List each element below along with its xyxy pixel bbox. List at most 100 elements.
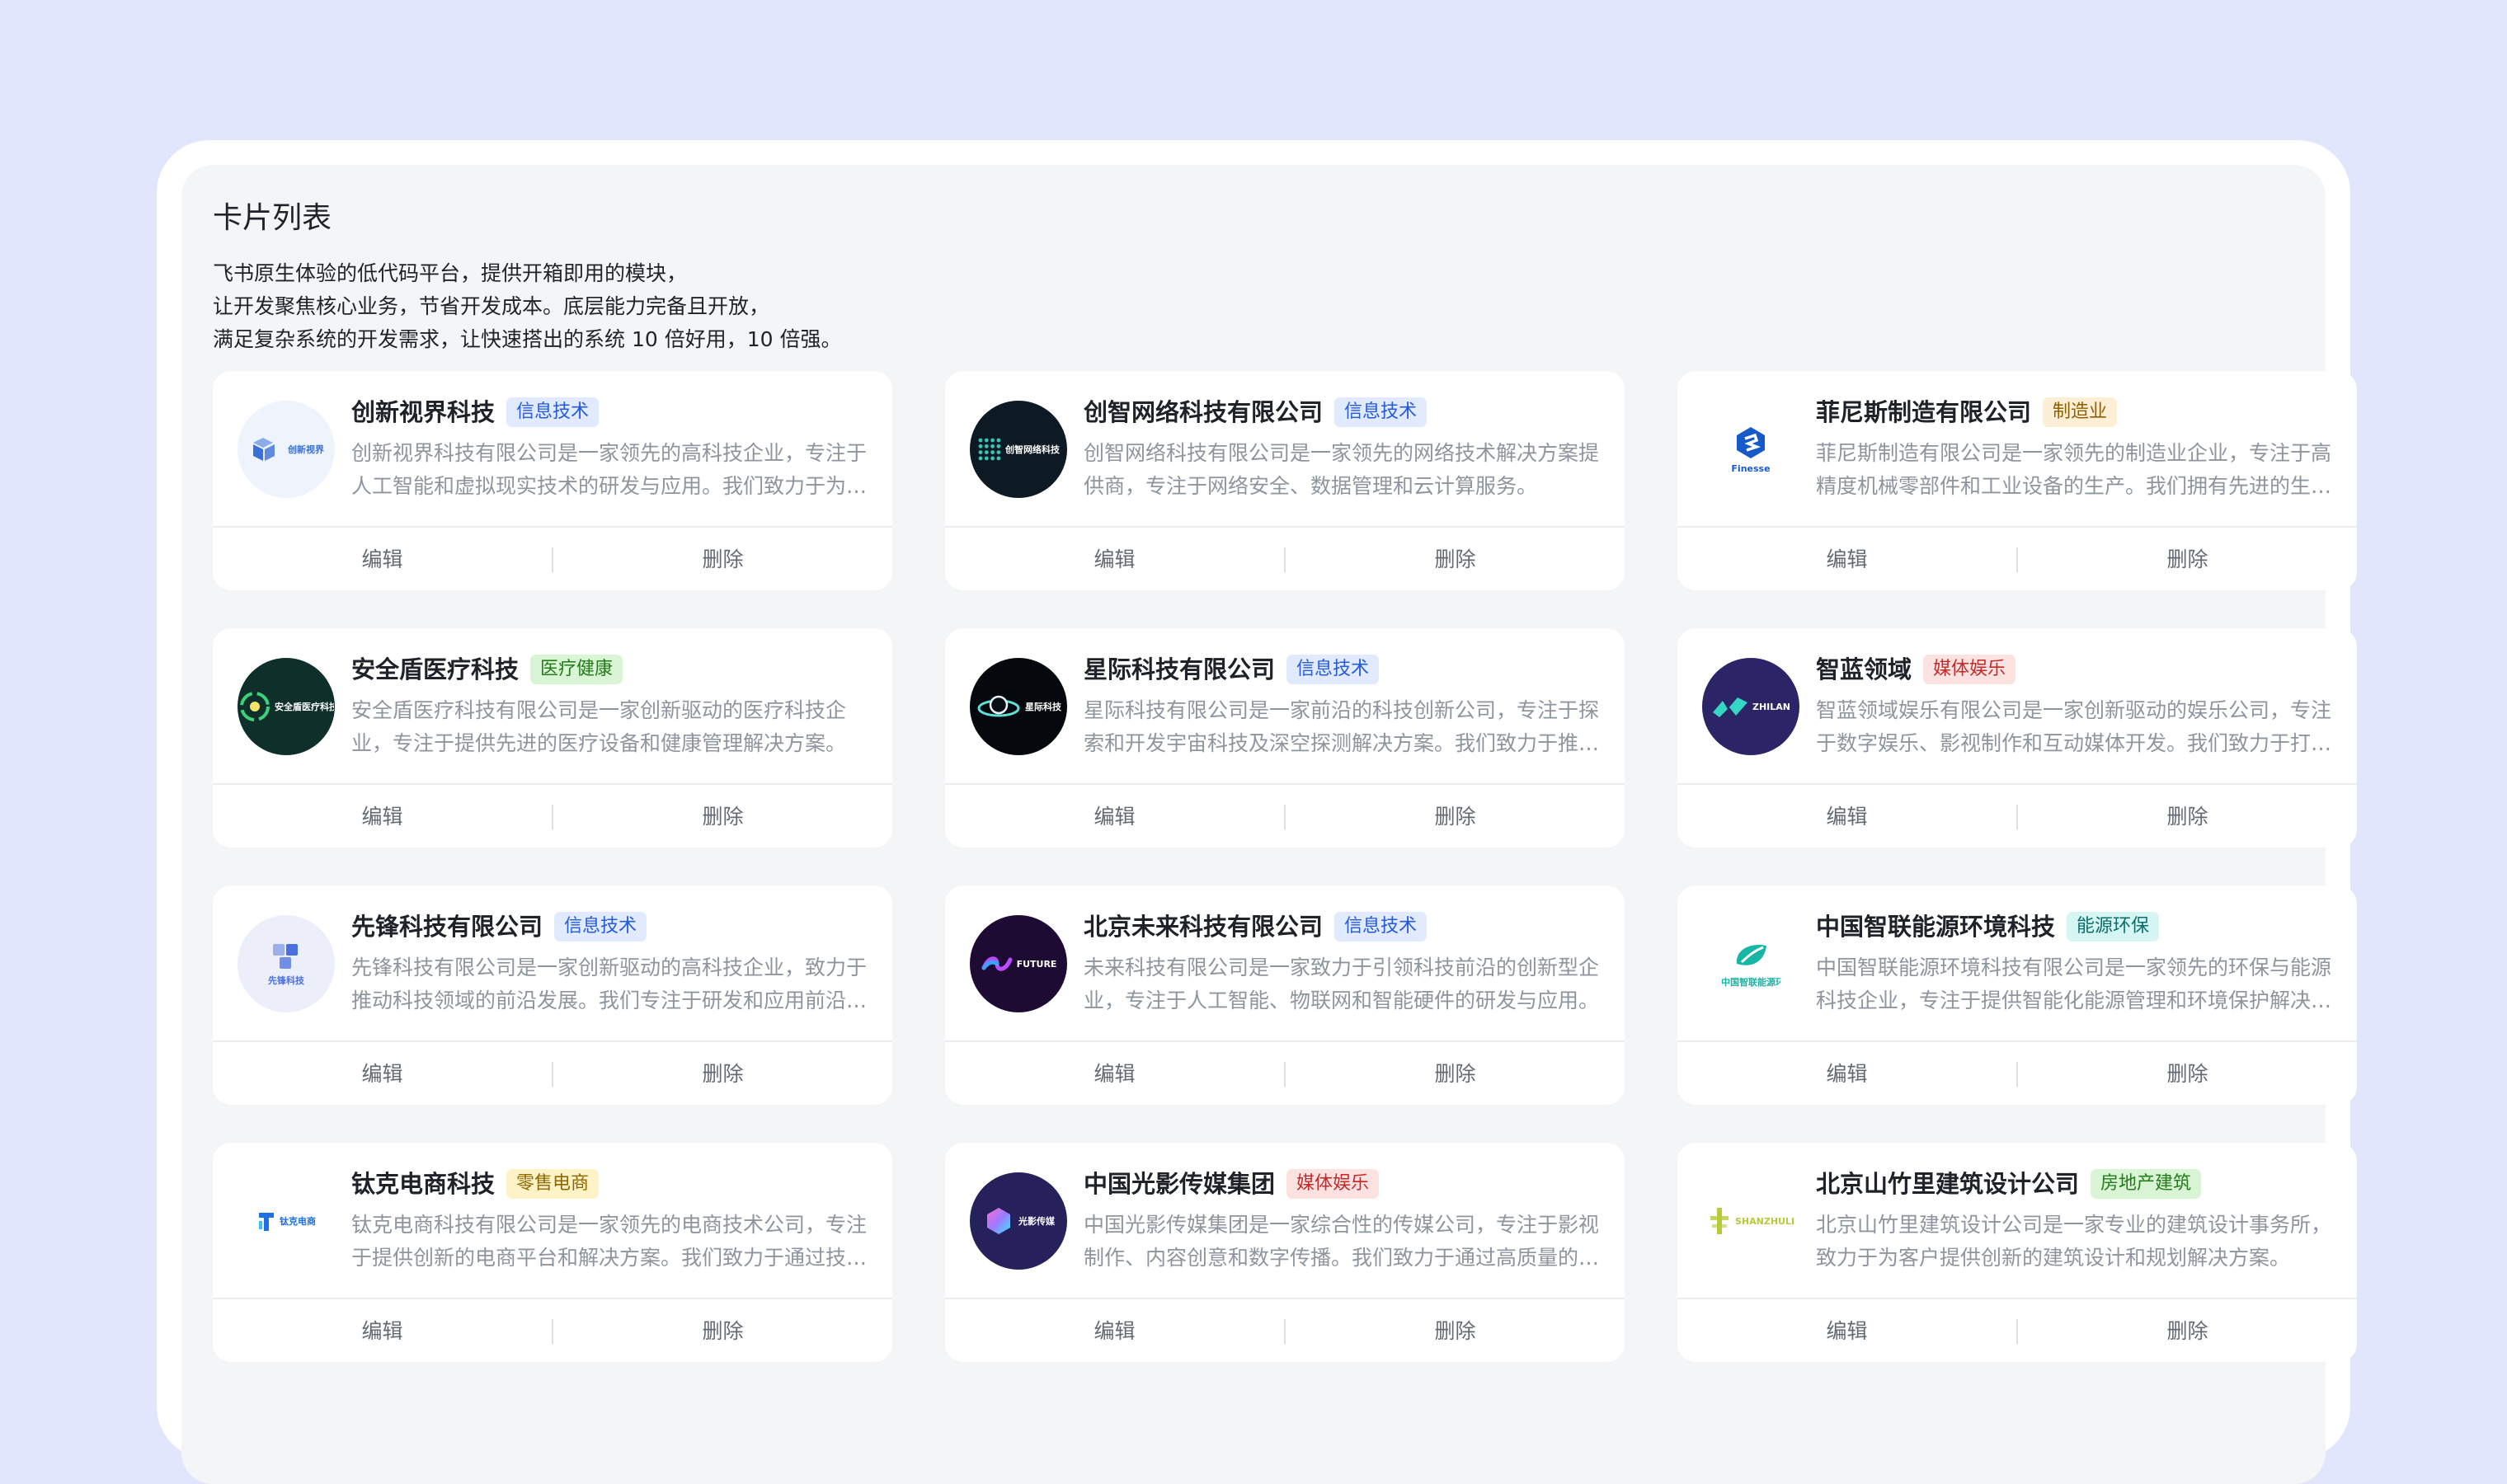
- light-logo-icon: [982, 1205, 1015, 1237]
- delete-button[interactable]: 删除: [1286, 787, 1625, 848]
- company-logo: FUTURE: [970, 915, 1067, 1012]
- future-logo-icon: [981, 953, 1014, 974]
- logo-text: 先锋科技: [268, 975, 304, 986]
- card-body: 创智网络科技 创智网络科技有限公司 信息技术 创智网络科技有限公司是一家领先的网…: [945, 371, 1625, 528]
- industry-tag: 医疗健康: [530, 655, 623, 684]
- card-body: 钛克电商 钛克电商科技 零售电商 钛克电商科技有限公司是一家领先的电商技术公司，…: [213, 1143, 892, 1299]
- card-body: ZHILAN 智蓝领域 媒体娱乐 智蓝领域娱乐有限公司是一家创新驱动的娱乐公司，…: [1677, 628, 2357, 785]
- company-logo: Finesse: [1702, 401, 1799, 498]
- card-header: 先锋科技有限公司 信息技术: [351, 910, 647, 943]
- delete-button[interactable]: 删除: [2018, 1301, 2357, 1362]
- card-actions: 编辑 删除: [1677, 787, 2357, 848]
- company-summary: 智蓝领域娱乐有限公司是一家创新驱动的娱乐公司，专注于数字娱乐、影视制作和互动媒体…: [1816, 698, 2332, 755]
- edit-button[interactable]: 编辑: [1677, 529, 2016, 590]
- grid-logo-icon: [977, 437, 1002, 462]
- description-line: 飞书原生体验的低代码平台，提供开箱即用的模块，: [213, 261, 688, 285]
- company-name: 智蓝领域: [1816, 655, 1912, 683]
- card-header: 创新视界科技 信息技术: [351, 396, 600, 429]
- card-actions: 编辑 删除: [945, 1301, 1625, 1362]
- edit-button[interactable]: 编辑: [945, 529, 1284, 590]
- company-logo: 星际科技: [970, 658, 1067, 755]
- delete-button[interactable]: 删除: [1286, 1301, 1625, 1362]
- company-name: 创智网络科技有限公司: [1084, 398, 1324, 426]
- blocks-logo-icon: [270, 941, 303, 970]
- card-actions: 编辑 删除: [945, 787, 1625, 848]
- delete-button[interactable]: 删除: [553, 1044, 892, 1105]
- delete-button[interactable]: 删除: [2018, 1044, 2357, 1105]
- card-body: FUTURE 北京未来科技有限公司 信息技术 未来科技有限公司是一家致力于引领科…: [945, 885, 1625, 1042]
- edit-button[interactable]: 编辑: [1677, 1044, 2016, 1105]
- company-summary: 未来科技有限公司是一家致力于引领科技前沿的创新型企业，专注于人工智能、物联网和智…: [1084, 956, 1600, 1012]
- industry-tag: 媒体娱乐: [1286, 1169, 1380, 1199]
- edit-button[interactable]: 编辑: [213, 1044, 552, 1105]
- industry-tag: 能源环保: [2067, 912, 2160, 942]
- company-card: 光影传媒 中国光影传媒集团 媒体娱乐 中国光影传媒集团是一家综合性的传媒公司，专…: [945, 1143, 1625, 1362]
- card-header: 星际科技有限公司 信息技术: [1084, 653, 1380, 686]
- page-title: 卡片列表: [213, 201, 332, 235]
- company-name: 钛克电商科技: [351, 1170, 496, 1198]
- page-frame: 卡片列表 飞书原生体验的低代码平台，提供开箱即用的模块， 让开发聚焦核心业务，节…: [157, 140, 2357, 1484]
- industry-tag: 制造业: [2043, 397, 2118, 427]
- leaf-logo-icon: [1730, 939, 1771, 972]
- company-summary: 星际科技有限公司是一家前沿的科技创新公司，专注于探索和开发宇宙科技及深空探测解决…: [1084, 698, 1600, 755]
- delete-button[interactable]: 删除: [2018, 787, 2357, 848]
- company-logo: SHANZHULI: [1702, 1172, 1799, 1270]
- company-summary: 安全盾医疗科技有限公司是一家创新驱动的医疗科技企业，专注于提供先进的医疗设备和健…: [351, 698, 847, 755]
- delete-button[interactable]: 删除: [2018, 529, 2357, 590]
- card-header: 菲尼斯制造有限公司 制造业: [1816, 396, 2118, 429]
- edit-button[interactable]: 编辑: [945, 1044, 1284, 1105]
- card-actions: 编辑 删除: [945, 529, 1625, 590]
- industry-tag: 房地产建筑: [2091, 1169, 2202, 1199]
- content-panel: 卡片列表 飞书原生体验的低代码平台，提供开箱即用的模块， 让开发聚焦核心业务，节…: [181, 165, 2357, 1484]
- company-logo: 光影传媒: [970, 1172, 1067, 1270]
- logo-text: 创新视界: [288, 444, 324, 455]
- card-actions: 编辑 删除: [1677, 1044, 2357, 1105]
- card-body: 安全盾医疗科技 安全盾医疗科技 医疗健康 安全盾医疗科技有限公司是一家创新驱动的…: [213, 628, 892, 785]
- logo-text: 中国智联能源环境科技: [1721, 977, 1780, 988]
- company-card: 中国智联能源环境科技 中国智联能源环境科技 能源环保 中国智联能源环境科技有限公…: [1677, 885, 2357, 1105]
- edit-button[interactable]: 编辑: [213, 529, 552, 590]
- company-logo: 钛克电商: [238, 1172, 335, 1270]
- delete-button[interactable]: 删除: [1286, 529, 1625, 590]
- company-card: 安全盾医疗科技 安全盾医疗科技 医疗健康 安全盾医疗科技有限公司是一家创新驱动的…: [213, 628, 892, 848]
- company-card: SHANZHULI 北京山竹里建筑设计公司 房地产建筑 北京山竹里建筑设计公司是…: [1677, 1143, 2357, 1362]
- company-logo: 中国智联能源环境科技: [1702, 915, 1799, 1012]
- delete-button[interactable]: 删除: [553, 1301, 892, 1362]
- company-name: 安全盾医疗科技: [351, 655, 520, 683]
- card-header: 钛克电商科技 零售电商: [351, 1167, 600, 1200]
- card-actions: 编辑 删除: [1677, 1301, 2357, 1362]
- logo-text: Finesse: [1731, 463, 1771, 474]
- company-card: 创新视界 创新视界科技 信息技术 创新视界科技有限公司是一家领先的高科技企业，专…: [213, 371, 892, 590]
- edit-button[interactable]: 编辑: [1677, 787, 2016, 848]
- edit-button[interactable]: 编辑: [945, 1301, 1284, 1362]
- card-actions: 编辑 删除: [1677, 529, 2357, 590]
- company-summary: 中国智联能源环境科技有限公司是一家领先的环保与能源科技企业，专注于提供智能化能源…: [1816, 956, 2332, 1012]
- description-line: 让开发聚焦核心业务，节省开发成本。底层能力完备且开放，: [213, 294, 770, 318]
- tike-logo-icon: [256, 1209, 276, 1233]
- card-header: 智蓝领域 媒体娱乐: [1816, 653, 2016, 686]
- company-name: 北京未来科技有限公司: [1084, 913, 1324, 941]
- shield-logo-icon: [238, 690, 271, 723]
- card-header: 中国智联能源环境科技 能源环保: [1816, 910, 2160, 943]
- edit-button[interactable]: 编辑: [213, 787, 552, 848]
- logo-text: 星际科技: [1025, 702, 1061, 712]
- delete-button[interactable]: 删除: [553, 529, 892, 590]
- logo-text: 创智网络科技: [1005, 444, 1060, 455]
- industry-tag: 信息技术: [1334, 912, 1428, 942]
- logo-text: ZHILAN: [1752, 701, 1790, 712]
- logo-text: 钛克电商: [280, 1216, 316, 1227]
- company-summary: 创新视界科技有限公司是一家领先的高科技企业，专注于人工智能和虚拟现实技术的研发与…: [351, 441, 868, 498]
- company-card: Finesse 菲尼斯制造有限公司 制造业 菲尼斯制造有限公司是一家领先的制造业…: [1677, 371, 2357, 590]
- company-card: 星际科技 星际科技有限公司 信息技术 星际科技有限公司是一家前沿的科技创新公司，…: [945, 628, 1625, 848]
- company-card: 创智网络科技 创智网络科技有限公司 信息技术 创智网络科技有限公司是一家领先的网…: [945, 371, 1625, 590]
- edit-button[interactable]: 编辑: [213, 1301, 552, 1362]
- edit-button[interactable]: 编辑: [1677, 1301, 2016, 1362]
- card-actions: 编辑 删除: [213, 787, 892, 848]
- card-body: 光影传媒 中国光影传媒集团 媒体娱乐 中国光影传媒集团是一家综合性的传媒公司，专…: [945, 1143, 1625, 1299]
- industry-tag: 零售电商: [506, 1169, 600, 1199]
- company-name: 星际科技有限公司: [1084, 655, 1276, 683]
- company-card: 钛克电商 钛克电商科技 零售电商 钛克电商科技有限公司是一家领先的电商技术公司，…: [213, 1143, 892, 1362]
- delete-button[interactable]: 删除: [553, 787, 892, 848]
- edit-button[interactable]: 编辑: [945, 787, 1284, 848]
- delete-button[interactable]: 删除: [1286, 1044, 1625, 1105]
